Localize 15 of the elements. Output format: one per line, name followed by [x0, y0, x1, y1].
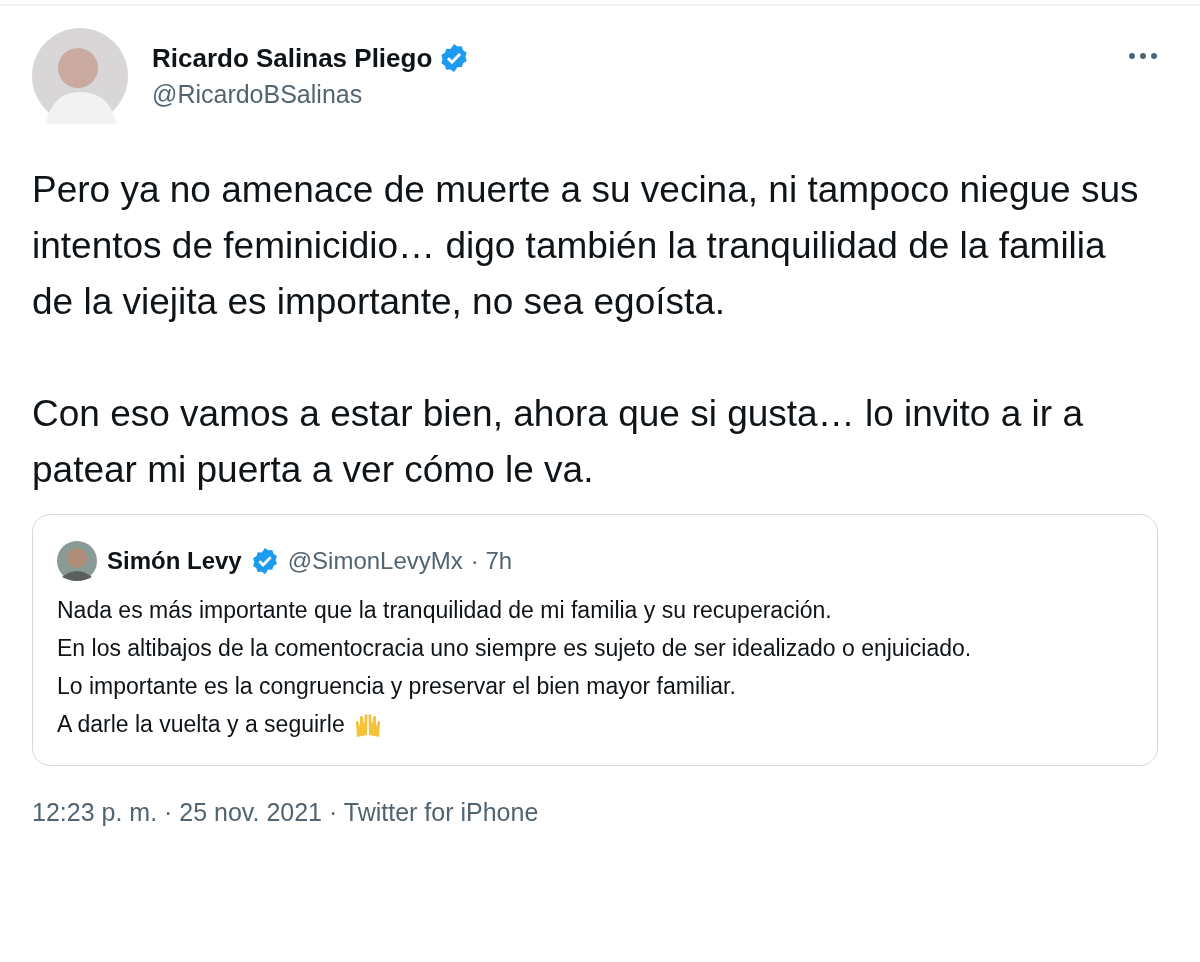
- avatar: [57, 541, 97, 581]
- tweet-text: Pero ya no amenace de muerte a su vecina, ni tampoco niegue sus intentos de feminicidio… digo también la tranquilidad de la familia de la viejita es importante, no sea egoísta.: [32, 168, 1140, 324]
- quoted-text: En los altibajos de la comentocracia uno siempre es sujeto de ser idealizado o enjuiciado.: [57, 634, 972, 663]
- quoted-tweet[interactable]: [32, 514, 1158, 766]
- quoted-author-handle: @SimonLevyMx: [287, 547, 463, 575]
- quoted-text: Nada es más importante que la tranquilidad de mi familia y su recuperación.: [57, 596, 832, 625]
- more-icon[interactable]: [1128, 52, 1158, 60]
- author-name[interactable]: Ricardo Salinas Pliego: [152, 42, 433, 74]
- quoted-time: · 7h: [470, 547, 513, 575]
- quoted-text: Lo importante es la congruencia y preservar el bien mayor familiar.: [57, 672, 736, 701]
- author-handle[interactable]: @RicardoBSalinas: [152, 80, 471, 109]
- quoted-author-name: Simón Levy: [107, 547, 242, 575]
- quoted-text: A darle la vuelta y a seguirle: [57, 710, 345, 739]
- tweet-timestamp[interactable]: 12:23 p. m. · 25 nov. 2021 · Twitter for iPhone: [32, 798, 539, 827]
- tweet-text: Con eso vamos a estar bien, ahora que si gusta… lo invito a ir a patear mi puerta a ver cómo le va.: [32, 392, 1084, 492]
